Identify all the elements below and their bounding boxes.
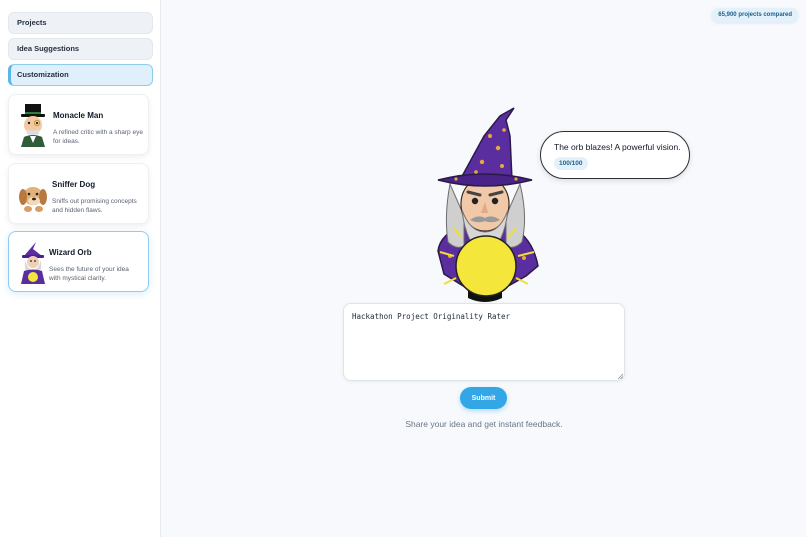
feedback-message: The orb blazes! A powerful vision.	[554, 142, 681, 152]
nav-item-customization[interactable]: Customization	[8, 64, 153, 86]
score-badge: 100/100	[554, 157, 588, 170]
dog-icon	[19, 187, 47, 212]
hint-text: Share your idea and get instant feedback…	[405, 419, 563, 429]
persona-card-sniffer-dog[interactable]: Sniffer Dog Sniffs out promising concept…	[8, 163, 149, 224]
monocle-man-icon	[21, 104, 45, 147]
speech-bubble: The orb blazes! A powerful vision. 100/1…	[540, 131, 690, 179]
submit-button[interactable]: Submit	[460, 387, 507, 409]
persona-card-wizard-orb[interactable]: Wizard Orb Sees the future of your idea …	[8, 231, 149, 292]
wizard-illustration	[437, 107, 539, 302]
persona-description: A refined critic with a sharp eye for id…	[53, 129, 143, 145]
persona-name: Sniffer Dog	[52, 180, 96, 189]
wizard-icon	[21, 242, 45, 284]
nav-item-idea-suggestions[interactable]: Idea Suggestions	[8, 38, 153, 60]
persona-card-monacle-man[interactable]: Monacle Man A refined critic with a shar…	[8, 94, 149, 155]
idea-input[interactable]: Hackathon Project Originality Rater	[343, 303, 625, 381]
sidebar: Projects Idea Suggestions Customization …	[0, 0, 161, 537]
projects-compared-badge: 65,900 projects compared	[712, 8, 798, 22]
resize-handle-icon[interactable]	[617, 373, 623, 379]
persona-description: Sniffs out promising concepts and hidden…	[52, 198, 137, 214]
nav-item-projects[interactable]: Projects	[8, 12, 153, 34]
persona-description: Sees the future of your idea with mystic…	[49, 266, 129, 282]
persona-name: Monacle Man	[53, 111, 104, 120]
persona-name: Wizard Orb	[49, 248, 92, 257]
